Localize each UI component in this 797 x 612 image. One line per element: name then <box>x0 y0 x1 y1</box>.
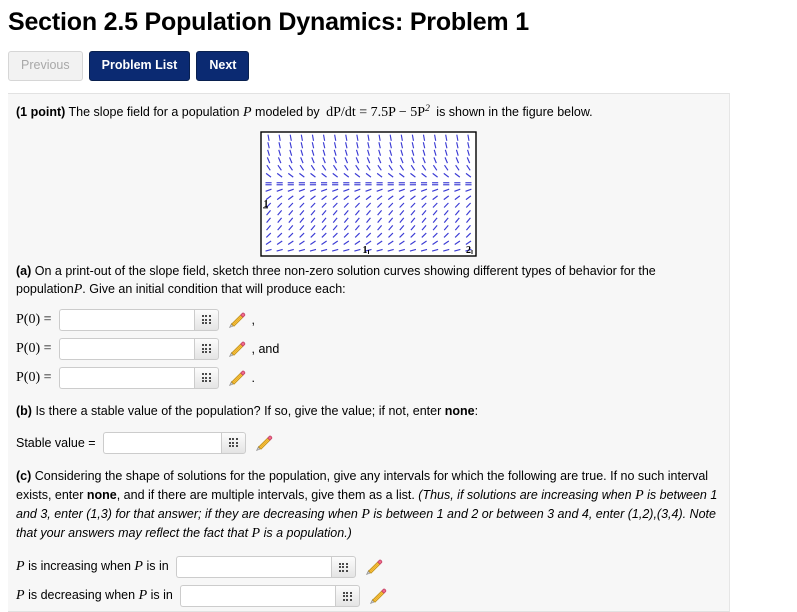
pencil-icon[interactable] <box>226 367 248 389</box>
stable-value-input[interactable] <box>102 431 221 454</box>
intro-variable-p: P <box>242 104 252 120</box>
part-a-row-3: P(0) = . <box>8 363 729 392</box>
grid-icon[interactable] <box>193 308 219 331</box>
grid-icon[interactable] <box>193 337 219 360</box>
part-c-row-decreasing: P is decreasing when P is in <box>8 582 729 611</box>
part-a-trail-2: , and <box>251 341 280 356</box>
part-b-bold-none: none <box>444 404 475 419</box>
part-a-input-group-3 <box>58 366 219 389</box>
problem-content-panel: (1 point) The slope field for a populati… <box>8 92 730 612</box>
part-a-label-1: P(0) = <box>16 311 52 327</box>
svg-text:1: 1 <box>264 198 269 209</box>
part-a-label-2: P(0) = <box>16 340 52 356</box>
part-c-row-increasing: P is increasing when P is in <box>8 553 729 582</box>
part-b-input-group <box>102 431 246 454</box>
part-c-italic1: (Thus, if solutions are increasing when <box>418 487 632 502</box>
part-a-label-3: P(0) = <box>16 369 52 385</box>
part-a-input-3[interactable] <box>58 366 194 389</box>
part-a-input-group-1 <box>58 308 219 331</box>
intro-text-mid: modeled by <box>255 104 320 119</box>
part-c-prompt: (c) Considering the shape of solutions f… <box>8 468 729 543</box>
problem-list-button[interactable]: Problem List <box>88 51 191 81</box>
part-a-marker: (a) <box>16 263 32 278</box>
point-value: (1 point) <box>16 104 66 119</box>
intro-text-before: The slope field for a population <box>68 104 240 119</box>
part-c-var-p-1: P <box>635 487 644 503</box>
problem-statement: (1 point) The slope field for a populati… <box>8 94 729 123</box>
part-c-marker: (c) <box>16 469 32 484</box>
part-c-var-p-3: P <box>251 526 261 542</box>
part-c-label-decreasing: P is decreasing when P is in <box>16 588 173 604</box>
differential-equation: dP/dt = 7.5P − 5P2 <box>326 103 430 120</box>
part-c-input-group-decreasing <box>179 585 360 608</box>
part-b-text-before: Is there a stable value of the populatio… <box>35 404 442 419</box>
part-b-marker: (b) <box>16 404 32 419</box>
figure-container: 1 2 1 <box>8 130 729 257</box>
svg-text:1: 1 <box>363 245 368 256</box>
svg-text:2: 2 <box>466 245 471 256</box>
slope-field-figure: 1 2 1 <box>260 130 477 257</box>
problem-navigation: Previous Problem List Next <box>8 51 797 81</box>
part-c-var-p-2: P <box>361 506 370 522</box>
part-b-label: Stable value = <box>16 435 96 450</box>
part-a-var-p: P <box>73 281 83 297</box>
part-a-input-group-2 <box>58 337 219 360</box>
slope-field-svg: 1 2 1 <box>260 130 477 257</box>
part-b-prompt: (b) Is there a stable value of the popul… <box>8 403 729 420</box>
pencil-icon[interactable] <box>226 309 248 331</box>
intro-text-after: is shown in the figure below. <box>436 104 593 119</box>
part-c-italic4: is a population.) <box>263 526 352 541</box>
part-a-row-1: P(0) = , <box>8 305 729 334</box>
grid-icon[interactable] <box>193 366 219 389</box>
part-a-row-2: P(0) = , and <box>8 334 729 363</box>
part-a-line2: Give an initial condition that will prod… <box>89 281 346 296</box>
next-button[interactable]: Next <box>196 51 250 81</box>
decreasing-interval-input[interactable] <box>179 585 335 608</box>
page-title: Section 2.5 Population Dynamics: Problem… <box>8 8 529 36</box>
part-a-prompt: (a) On a print-out of the slope field, s… <box>8 263 729 300</box>
part-b-row: Stable value = <box>8 428 729 457</box>
grid-icon[interactable] <box>334 585 360 608</box>
part-a-trail-3: . <box>251 370 255 385</box>
part-c-seg2: , and if there are multiple intervals, g… <box>116 487 415 502</box>
part-c-label-increasing: P is increasing when P is in <box>16 559 169 575</box>
pencil-icon[interactable] <box>253 432 275 454</box>
part-a-input-1[interactable] <box>58 308 194 331</box>
part-a-trail-1: , <box>251 312 255 327</box>
previous-button[interactable]: Previous <box>8 51 83 81</box>
part-a-input-2[interactable] <box>58 337 194 360</box>
pencil-icon[interactable] <box>226 338 248 360</box>
grid-icon[interactable] <box>220 431 246 454</box>
part-a-period: . <box>82 281 86 296</box>
part-c-bold-none: none <box>86 487 117 502</box>
part-b-text-after: : <box>474 404 479 419</box>
pencil-icon[interactable] <box>367 585 389 607</box>
